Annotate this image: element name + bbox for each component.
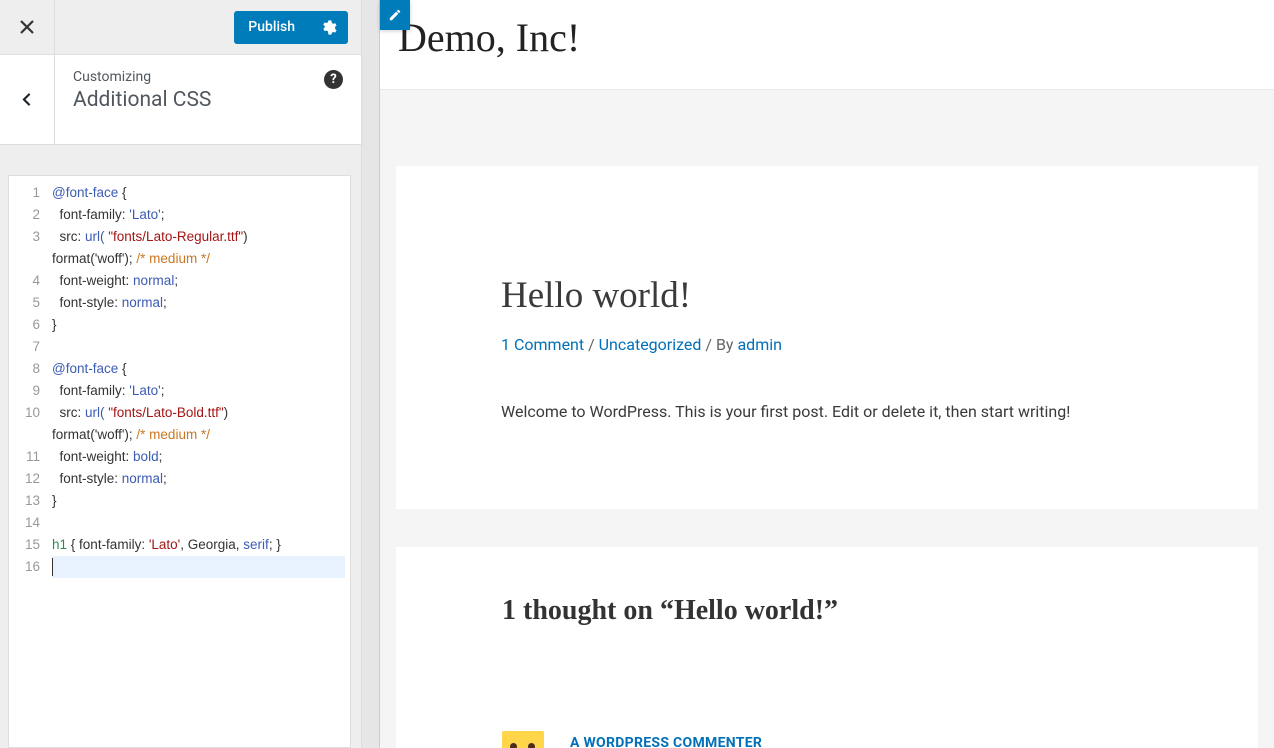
post-body: Welcome to WordPress. This is your first…: [501, 398, 1138, 425]
line-gutter: 1 2 3 4 5 6 7 8 9 10 11 12 13 14 15: [9, 176, 47, 584]
customizer-panel: Publish Customizing Additional CSS ? 1: [0, 0, 362, 748]
preview-divider: [362, 0, 380, 748]
back-button[interactable]: [0, 55, 55, 144]
help-button[interactable]: ?: [324, 70, 343, 89]
author-link[interactable]: admin: [737, 335, 781, 354]
close-button[interactable]: [0, 0, 55, 55]
site-header: Demo, Inc!: [380, 0, 1274, 90]
css-editor[interactable]: 1 2 3 4 5 6 7 8 9 10 11 12 13 14 15: [8, 175, 351, 748]
panel-header: Publish: [0, 0, 361, 55]
post: Hello world! 1 Comment / Uncategorized /…: [396, 166, 1258, 509]
meta-sep: /: [584, 335, 599, 354]
comment-author[interactable]: A WORDPRESS COMMENTER: [570, 735, 762, 748]
site-title[interactable]: Demo, Inc!: [398, 14, 1256, 61]
chevron-left-icon: [19, 91, 36, 108]
publish-button[interactable]: Publish: [234, 11, 309, 43]
comments-title: 1 thought on “Hello world!”: [502, 595, 1138, 627]
section-title: Additional CSS: [73, 88, 341, 112]
section-heading: Customizing Additional CSS ?: [55, 55, 361, 144]
edit-shortcut-button[interactable]: [380, 0, 410, 30]
post-title[interactable]: Hello world!: [501, 274, 1138, 317]
site-preview[interactable]: Demo, Inc! Hello world! 1 Comment / Unca…: [362, 0, 1274, 748]
post-meta: 1 Comment / Uncategorized / By admin: [501, 335, 1138, 354]
publish-button-group: Publish: [234, 11, 348, 44]
section-header: Customizing Additional CSS ?: [0, 55, 361, 145]
comments-section: 1 thought on “Hello world!” A WORDPRESS …: [396, 547, 1258, 748]
publish-settings-button[interactable]: [309, 11, 348, 44]
customizing-label: Customizing: [73, 69, 341, 85]
comment-link[interactable]: 1 Comment: [501, 335, 584, 354]
by-text: / By: [701, 335, 737, 354]
code-content[interactable]: @font-face { font-family: 'Lato'; src: u…: [47, 176, 350, 584]
header-actions: Publish: [55, 0, 361, 55]
close-icon: [18, 18, 36, 36]
pencil-icon: [388, 8, 402, 22]
avatar: [502, 731, 544, 748]
gear-icon: [320, 19, 337, 36]
comment-item: A WORDPRESS COMMENTER: [502, 675, 1138, 748]
category-link[interactable]: Uncategorized: [599, 335, 702, 354]
